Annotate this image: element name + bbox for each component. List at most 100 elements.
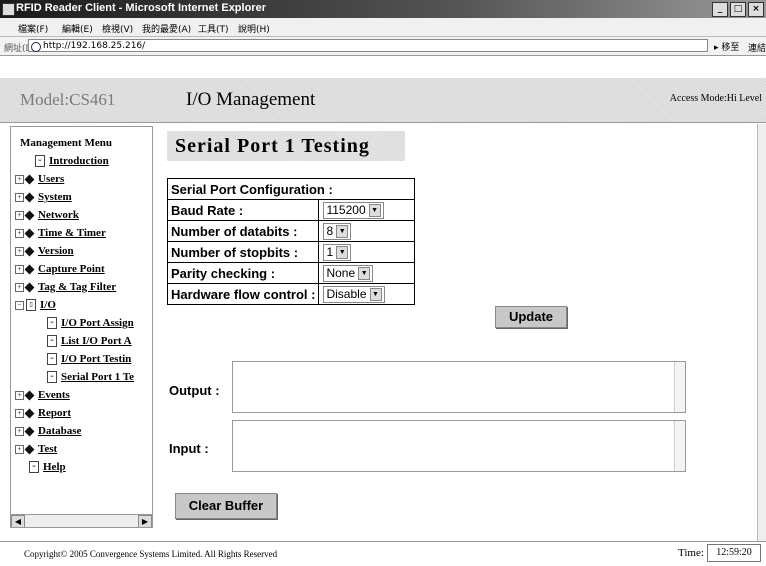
clear-buffer-button[interactable]: Clear Buffer [175, 493, 277, 519]
page-icon: ≡ [47, 353, 57, 366]
close-icon[interactable]: × [748, 2, 764, 17]
address-input[interactable]: http://192.168.25.216/ [28, 39, 708, 52]
address-bar: 網址(D) http://192.168.25.216/ ▸ 移至 連結 [0, 37, 766, 56]
scroll-right-icon[interactable]: ▶ [138, 515, 152, 527]
input-textarea[interactable] [232, 420, 686, 472]
window-titlebar: RFID Reader Client - Microsoft Internet … [0, 0, 766, 18]
sidebar-item-serial-port-test[interactable]: ≡ Serial Port 1 Te [47, 371, 134, 384]
model-label: Model:CS461 [20, 90, 116, 109]
chevron-down-icon: ▼ [336, 245, 349, 259]
scroll-left-icon[interactable]: ◀ [11, 515, 25, 527]
menu-bar: 檔案(F) 編輯(E) 檢視(V) 我的最愛(A) 工具(T) 說明(H) [0, 18, 766, 37]
copyright-text: Copyright© 2005 Convergence Systems Limi… [24, 549, 278, 559]
baud-rate-label: Baud Rate : [166, 199, 320, 221]
sidebar: Management Menu ≡ Introduction + Users + Sy… [10, 126, 153, 528]
sidebar-item-version[interactable]: + Version [15, 245, 74, 257]
textarea-scrollbar[interactable] [674, 362, 685, 412]
folder-icon [24, 210, 35, 221]
folder-icon [24, 264, 35, 275]
sidebar-item-system[interactable]: + System [15, 191, 72, 203]
menu-edit[interactable]: 編輯(E) [62, 22, 93, 35]
menu-help[interactable]: 說明(H) [238, 22, 270, 35]
page-icon: ≡ [35, 155, 45, 168]
window-title: RFID Reader Client - Microsoft Internet … [16, 2, 266, 14]
collapse-icon[interactable]: − [15, 300, 24, 310]
expand-icon[interactable]: + [15, 228, 24, 238]
parity-select[interactable]: None ▼ [323, 264, 374, 282]
folder-icon [24, 444, 35, 455]
sidebar-item-network[interactable]: + Network [15, 209, 79, 221]
time-label: Time: [678, 547, 704, 559]
expand-icon[interactable]: + [15, 192, 24, 202]
folder-icon [24, 408, 35, 419]
output-textarea[interactable] [232, 361, 686, 413]
sidebar-item-help[interactable]: ≡ Help [29, 461, 66, 474]
sidebar-item-introduction[interactable]: ≡ Introduction [35, 155, 109, 168]
sidebar-item-io-port-testing[interactable]: ≡ I/O Port Testin [47, 353, 131, 366]
chevron-down-icon: ▼ [358, 266, 371, 280]
sidebar-hscrollbar[interactable]: ◀ ▶ [11, 514, 152, 527]
expand-icon[interactable]: + [15, 408, 24, 418]
flow-control-label: Hardware flow control : [166, 283, 320, 305]
sidebar-item-report[interactable]: + Report [15, 407, 71, 419]
expand-icon[interactable]: + [15, 426, 24, 436]
main-content: Serial Port 1 Testing Serial Port Config… [155, 123, 761, 543]
folder-icon [24, 228, 35, 239]
window-controls: _ □ × [712, 2, 764, 17]
expand-icon[interactable]: + [15, 444, 24, 454]
sidebar-item-list-io-port[interactable]: ≡ List I/O Port A [47, 335, 132, 348]
sidebar-item-capture-point[interactable]: + Capture Point [15, 263, 105, 275]
main-vscrollbar[interactable] [757, 124, 766, 544]
databits-label: Number of databits : [166, 220, 320, 242]
links-label[interactable]: 連結 [748, 41, 766, 54]
go-button[interactable]: ▸ 移至 [714, 40, 739, 53]
page-icon: ≡ [29, 461, 39, 474]
textarea-scrollbar[interactable] [674, 421, 685, 471]
expand-icon[interactable]: + [15, 282, 24, 292]
app-header: Model:CS461 I/O Management Access Mode:H… [0, 78, 766, 123]
go-label: 移至 [721, 43, 740, 53]
stopbits-select[interactable]: 1 ▼ [323, 243, 352, 261]
expand-icon[interactable]: + [15, 246, 24, 256]
chevron-down-icon: ▼ [336, 224, 349, 238]
expand-icon[interactable]: + [15, 390, 24, 400]
parity-label: Parity checking : [166, 262, 320, 284]
sidebar-item-users[interactable]: + Users [15, 173, 64, 185]
ie-page-icon [31, 42, 41, 52]
chevron-down-icon: ▼ [368, 203, 381, 217]
sidebar-item-events[interactable]: + Events [15, 389, 70, 401]
menu-file[interactable]: 檔案(F) [18, 22, 48, 35]
sidebar-item-tag-filter[interactable]: + Tag & Tag Filter [15, 281, 116, 293]
folder-icon [24, 246, 35, 257]
expand-icon[interactable]: + [15, 210, 24, 220]
menu-tools[interactable]: 工具(T) [198, 22, 229, 35]
expand-icon[interactable]: + [15, 174, 24, 184]
folder-icon [24, 192, 35, 203]
maximize-icon[interactable]: □ [730, 2, 746, 17]
sidebar-title: Management Menu [20, 137, 112, 149]
expand-icon[interactable]: + [15, 264, 24, 274]
sidebar-item-io[interactable]: − ▯ I/O [15, 299, 56, 312]
sidebar-item-test[interactable]: + Test [15, 443, 57, 455]
sidebar-item-time-timer[interactable]: + Time & Timer [15, 227, 106, 239]
ie-app-icon [2, 3, 15, 16]
address-url: http://192.168.25.216/ [43, 41, 146, 51]
page-title: Serial Port 1 Testing [167, 131, 405, 161]
menu-favorites[interactable]: 我的最愛(A) [142, 22, 191, 35]
flow-control-select[interactable]: Disable ▼ [323, 285, 385, 303]
baud-rate-select[interactable]: 115200 ▼ [323, 201, 384, 219]
output-label: Output : [169, 383, 220, 398]
input-label: Input : [169, 441, 209, 456]
databits-select[interactable]: 8 ▼ [323, 222, 352, 240]
folder-icon [24, 174, 35, 185]
sidebar-item-database[interactable]: + Database [15, 425, 81, 437]
minimize-icon[interactable]: _ [712, 2, 728, 17]
folder-icon [24, 426, 35, 437]
sidebar-item-io-port-assign[interactable]: ≡ I/O Port Assign [47, 317, 134, 330]
footer: Copyright© 2005 Convergence Systems Limi… [0, 541, 766, 566]
stopbits-label: Number of stopbits : [166, 241, 320, 263]
book-icon: ▯ [26, 299, 36, 312]
menu-view[interactable]: 檢視(V) [102, 22, 133, 35]
page-icon: ≡ [47, 317, 57, 330]
update-button[interactable]: Update [495, 306, 567, 328]
